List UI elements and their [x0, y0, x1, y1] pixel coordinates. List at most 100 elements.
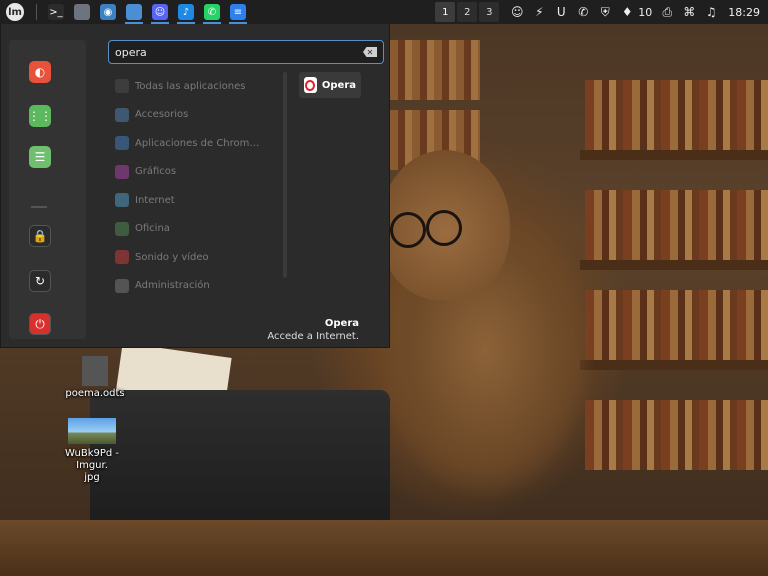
category-list: Todas las aplicaciones Accesorios Aplicaci…	[111, 72, 281, 312]
search-result-label: Opera	[321, 79, 356, 91]
launcher-terminal[interactable]: >_	[43, 0, 69, 24]
category-item[interactable]: Administración	[111, 272, 281, 301]
wallpaper-books	[585, 80, 768, 150]
opera-icon	[304, 77, 317, 93]
launcher-tiktok[interactable]: ♪	[173, 0, 199, 24]
panel-separator	[36, 4, 37, 20]
favorite-settings-toggle[interactable]: ☰	[28, 145, 52, 169]
administration-icon	[115, 278, 129, 293]
logout-icon: ↻	[29, 270, 51, 292]
app-description-text: Accede a Internet.	[267, 331, 359, 342]
tiktok-icon: ♪	[178, 4, 194, 20]
category-scrollbar[interactable]	[283, 72, 287, 278]
wallpaper-desk	[0, 520, 768, 576]
lock-icon: 🔒	[29, 225, 51, 247]
application-menu: ◐ ⋮⋮ ☰ 🔒 ↻ ⏻ ✕ Todas las aplicaciones Accesori…	[0, 24, 390, 348]
chromium-icon	[126, 4, 142, 20]
firefox-icon: ◐	[29, 61, 51, 83]
app-grid-icon: ⋮⋮	[28, 105, 52, 127]
panel-clock[interactable]: 18:29	[722, 6, 768, 19]
notification-count: 10	[638, 5, 653, 19]
launcher-text-editor[interactable]: ≡	[225, 0, 251, 24]
panel-launchers: >_ ◉ ☺ ♪ ✆ ≡	[43, 0, 251, 24]
network-icon[interactable]: ⌘	[678, 0, 700, 24]
text-editor-icon: ≡	[230, 4, 246, 20]
category-label: Internet	[135, 194, 175, 206]
category-label: Aplicaciones de Chrom…	[135, 137, 260, 149]
desktop-file-label: poema.odts	[65, 388, 125, 399]
notification-tray-icon[interactable]: ♦	[616, 0, 638, 24]
workspace-2-button[interactable]: 2	[457, 2, 478, 22]
music-icon[interactable]: ♫	[700, 0, 722, 24]
session-logout[interactable]: ↻	[28, 269, 52, 293]
launcher-folder[interactable]	[69, 0, 95, 24]
workspace-1-button[interactable]: 1	[435, 2, 456, 22]
workspace-switcher: 123	[434, 2, 500, 22]
category-label: Sonido y vídeo	[135, 251, 209, 263]
u-app-tray-icon[interactable]: U	[550, 0, 572, 24]
system-tray-right: ⎙ ⌘ ♫	[656, 0, 722, 24]
desktop-file-label: WuBk9Pd - Imgur. jpg	[64, 448, 120, 483]
category-item[interactable]: Oficina	[111, 215, 281, 244]
mint-logo-icon: lm	[6, 3, 24, 21]
category-item[interactable]: Gráficos	[111, 158, 281, 187]
favorites-sidebar: ◐ ⋮⋮ ☰ 🔒 ↻ ⏻	[9, 40, 86, 339]
launcher-whatsapp[interactable]: ✆	[199, 0, 225, 24]
document-icon	[82, 356, 108, 386]
power-icon: ⏻	[29, 313, 51, 335]
launcher-chromium[interactable]	[121, 0, 147, 24]
wallpaper-glasses	[390, 210, 462, 252]
category-label: Gráficos	[135, 166, 177, 178]
accessories-icon	[115, 107, 129, 122]
category-item[interactable]: Accesorios	[111, 101, 281, 130]
search-box: ✕	[108, 40, 384, 64]
category-item[interactable]: Internet	[111, 186, 281, 215]
category-item[interactable]: Sonido y vídeo	[111, 243, 281, 272]
session-power[interactable]: ⏻	[28, 312, 52, 336]
clear-search-icon[interactable]: ✕	[363, 47, 377, 57]
pomodoro-tray-icon[interactable]: ⚡	[528, 0, 550, 24]
chrome-apps-icon	[115, 136, 129, 151]
terminal-icon: >_	[48, 4, 64, 20]
desktop-file-image[interactable]: WuBk9Pd - Imgur. jpg	[48, 418, 136, 484]
category-label: Todas las aplicaciones	[135, 80, 246, 92]
internet-icon	[115, 193, 129, 208]
system-tray: ☺ ⚡ U ✆ ⛨ ♦	[506, 0, 638, 24]
search-input[interactable]	[115, 45, 363, 59]
app-description: Opera Accede a Internet.	[267, 318, 359, 342]
category-label: Oficina	[135, 223, 170, 235]
whatsapp-icon: ✆	[204, 4, 220, 20]
desktop-file-poema[interactable]: poema.odts	[60, 356, 130, 400]
wallpaper-books	[585, 290, 768, 360]
main-menu-button[interactable]: lm	[0, 0, 30, 24]
favorite-firefox[interactable]: ◐	[28, 60, 52, 84]
wallpaper-books	[585, 400, 768, 470]
top-panel: lm >_ ◉ ☺ ♪ ✆ ≡ 123 ☺ ⚡ U ✆ ⛨ ♦ 10 ⎙ ⌘ ♫ 18:29	[0, 0, 768, 24]
session-lock[interactable]: 🔒	[28, 224, 52, 248]
workspace-3-button[interactable]: 3	[479, 2, 500, 22]
discord-icon: ☺	[152, 4, 168, 20]
folder-icon	[74, 4, 90, 20]
wallpaper-books	[585, 190, 768, 260]
category-item[interactable]: Aplicaciones de Chrom…	[111, 129, 281, 158]
category-label: Accesorios	[135, 109, 189, 121]
app-description-name: Opera	[324, 318, 359, 329]
printer-icon[interactable]: ⎙	[656, 0, 678, 24]
favorite-app-grid[interactable]: ⋮⋮	[28, 104, 52, 128]
image-thumbnail-icon	[68, 418, 116, 444]
graphics-icon	[115, 164, 129, 179]
favorites-separator	[31, 206, 47, 208]
category-label: Administración	[135, 280, 210, 292]
launcher-screenshot[interactable]: ◉	[95, 0, 121, 24]
discord-tray-icon[interactable]: ☺	[506, 0, 528, 24]
office-icon	[115, 221, 129, 236]
category-item[interactable]: Todas las aplicaciones	[111, 72, 281, 101]
shield-tray-icon[interactable]: ⛨	[594, 0, 616, 24]
all-apps-icon	[115, 79, 129, 94]
screenshot-icon: ◉	[100, 4, 116, 20]
wallpaper-books	[390, 40, 480, 100]
whatsapp-tray-icon[interactable]: ✆	[572, 0, 594, 24]
launcher-discord[interactable]: ☺	[147, 0, 173, 24]
settings-toggle-icon: ☰	[29, 146, 51, 168]
search-result-opera[interactable]: Opera	[299, 72, 361, 98]
